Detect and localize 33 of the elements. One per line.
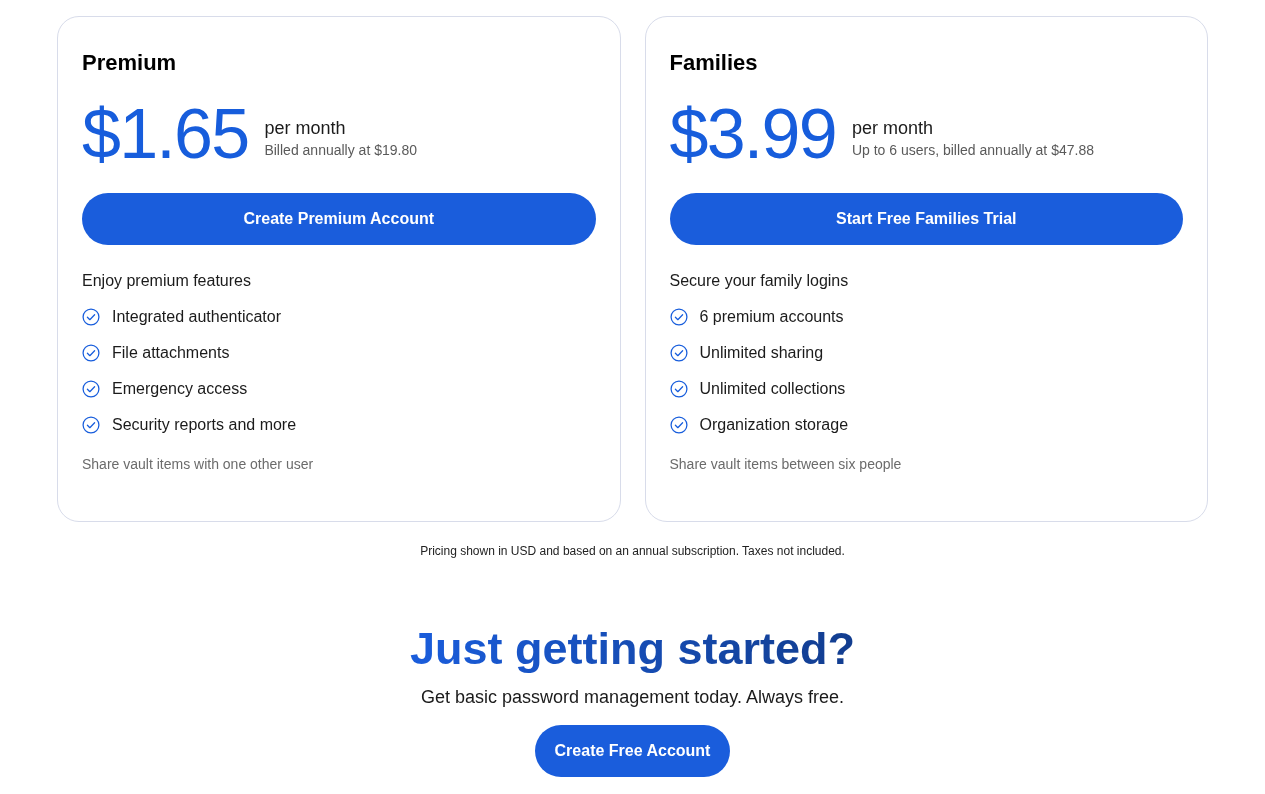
check-circle-icon xyxy=(669,380,688,398)
plan-button[interactable]: Start Free Families Trial xyxy=(669,193,1183,245)
price-period: per month xyxy=(851,117,934,140)
check-circle-icon xyxy=(82,416,100,434)
pricing-disclaimer: Pricing shown in USD and based on an annual subscription. Taxes not included. xyxy=(420,543,845,560)
billing-note: Up to 6 users, billed annually at $47.88 xyxy=(851,141,1094,160)
check-circle-icon xyxy=(669,308,688,326)
plan-name: Premium xyxy=(82,49,177,77)
feature-text: Integrated authenticator xyxy=(112,307,281,327)
price-period: per month xyxy=(264,117,347,140)
free-account-button[interactable]: Create Free Account xyxy=(534,725,731,777)
feature-text: Security reports and more xyxy=(112,415,297,435)
billing-note: Billed annually at $19.80 xyxy=(264,141,417,160)
feature-text: File attachments xyxy=(112,343,230,363)
features-intro: Secure your family logins xyxy=(669,271,849,291)
check-circle-icon xyxy=(669,416,688,434)
feature-text: 6 premium accounts xyxy=(699,307,844,327)
plan-price: $3.99 xyxy=(669,97,836,171)
feature-text: Emergency access xyxy=(112,379,248,399)
feature-text: Organization storage xyxy=(699,415,849,435)
plan-note: Share vault items with one other user xyxy=(82,455,314,474)
plan-name: Families xyxy=(669,49,758,77)
plan-note: Share vault items between six people xyxy=(669,455,902,474)
check-circle-icon xyxy=(669,344,688,362)
check-circle-icon xyxy=(82,308,100,326)
cta-subtitle: Get basic password management today. Always free. xyxy=(421,686,844,709)
features-intro: Enjoy premium features xyxy=(82,271,251,291)
feature-text: Unlimited collections xyxy=(699,379,846,399)
plan-button[interactable]: Create Premium Account xyxy=(82,193,596,245)
feature-text: Unlimited sharing xyxy=(699,343,824,363)
check-circle-icon xyxy=(82,344,100,362)
plan-price: $1.65 xyxy=(82,97,249,171)
check-circle-icon xyxy=(82,380,100,398)
